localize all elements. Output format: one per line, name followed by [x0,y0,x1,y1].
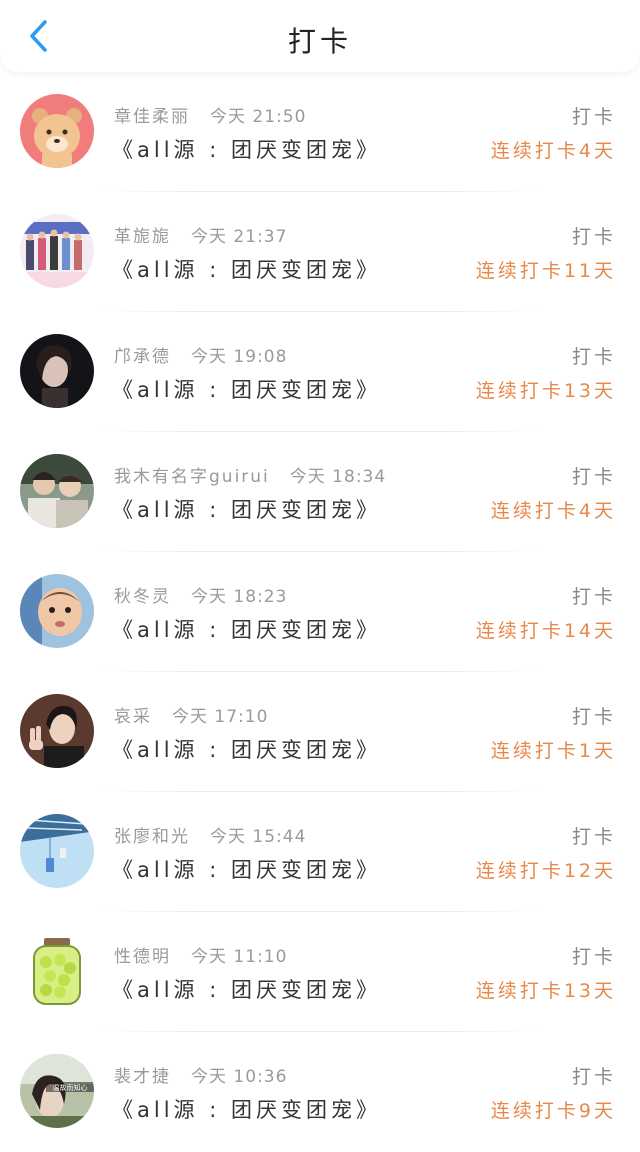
avatar-caption: 温故而知心 [53,1083,88,1092]
book-title[interactable]: 《all源 : 团厌变团宠》 [112,134,381,164]
list-item[interactable]: 邝承德 今天 19:08 《all源 : 团厌变团宠》 打卡 连续打卡13天 [0,312,640,432]
girl-outdoor-avatar[interactable]: 温故而知心 [20,1054,94,1128]
user-meta: 哀采 今天 17:10 [114,702,268,727]
checkin-time: 今天 18:23 [191,587,288,607]
user-name[interactable]: 性德明 [114,947,171,967]
checkin-label: 打卡 [571,946,616,968]
top-bar: 打卡 [0,0,640,72]
user-meta: 章佳柔丽 今天 21:50 [114,102,306,127]
list-item[interactable]: 我木有名字guirui 今天 18:34 《all源 : 团厌变团宠》 打卡 连续… [0,432,640,552]
list-item[interactable]: 革旎旎 今天 21:37 《all源 : 团厌变团宠》 打卡 连续打卡11天 [0,192,640,312]
book-title[interactable]: 《all源 : 团厌变团宠》 [112,254,381,284]
streak-label: 连续打卡4天 [490,140,616,162]
streak-label: 连续打卡14天 [475,620,616,642]
book-title[interactable]: 《all源 : 团厌变团宠》 [112,734,381,764]
checkin-time: 今天 10:36 [191,1067,288,1087]
user-meta: 邝承德 今天 19:08 [114,342,287,367]
user-name[interactable]: 邝承德 [114,347,171,367]
boy-peace-sign-avatar[interactable] [20,694,94,768]
user-name[interactable]: 哀采 [114,707,152,727]
book-title[interactable]: 《all源 : 团厌变团宠》 [112,374,381,404]
book-title[interactable]: 《all源 : 团厌变团宠》 [112,974,381,1004]
lemon-jar-avatar[interactable] [20,934,94,1008]
streak-label: 连续打卡9天 [490,1100,616,1122]
user-meta: 裴才捷 今天 10:36 [114,1062,287,1087]
streak-label: 连续打卡13天 [475,380,616,402]
user-meta: 革旎旎 今天 21:37 [114,222,287,247]
checkin-label: 打卡 [571,106,616,128]
checkin-list: 章佳柔丽 今天 21:50 《all源 : 团厌变团宠》 打卡 连续打卡4天 革… [0,72,640,1152]
user-name[interactable]: 张廖和光 [114,827,190,847]
cartoon-bear-avatar[interactable] [20,94,94,168]
book-title[interactable]: 《all源 : 团厌变团宠》 [112,854,381,884]
user-name[interactable]: 章佳柔丽 [114,107,190,127]
streak-label: 连续打卡1天 [490,740,616,762]
checkin-time: 今天 21:50 [210,107,307,127]
checkin-time: 今天 15:44 [210,827,307,847]
user-name[interactable]: 我木有名字guirui [114,467,270,487]
user-name[interactable]: 革旎旎 [114,227,171,247]
book-title[interactable]: 《all源 : 团厌变团宠》 [112,494,381,524]
streak-label: 连续打卡11天 [475,260,616,282]
book-title[interactable]: 《all源 : 团厌变团宠》 [112,1094,381,1124]
list-item[interactable]: 温故而知心 裴才捷 今天 10:36 《all源 : 团厌变团宠》 打卡 连续打卡… [0,1032,640,1152]
book-title[interactable]: 《all源 : 团厌变团宠》 [112,614,381,644]
group-photo-avatar[interactable] [20,214,94,288]
checkin-time: 今天 11:10 [191,947,288,967]
checkin-label: 打卡 [571,826,616,848]
baby-photo-avatar[interactable] [20,574,94,648]
checkin-label: 打卡 [571,1066,616,1088]
streak-label: 连续打卡4天 [490,500,616,522]
streak-label: 连续打卡13天 [475,980,616,1002]
list-item[interactable]: 秋冬灵 今天 18:23 《all源 : 团厌变团宠》 打卡 连续打卡14天 [0,552,640,672]
checkin-time: 今天 21:37 [191,227,288,247]
list-item[interactable]: 性德明 今天 11:10 《all源 : 团厌变团宠》 打卡 连续打卡13天 [0,912,640,1032]
checkin-label: 打卡 [571,706,616,728]
list-item[interactable]: 章佳柔丽 今天 21:50 《all源 : 团厌变团宠》 打卡 连续打卡4天 [0,72,640,192]
user-name[interactable]: 秋冬灵 [114,587,171,607]
user-meta: 我木有名字guirui 今天 18:34 [114,462,386,487]
two-people-avatar[interactable] [20,454,94,528]
checkin-time: 今天 18:34 [289,467,387,487]
list-item[interactable]: 张廖和光 今天 15:44 《all源 : 团厌变团宠》 打卡 连续打卡12天 [0,792,640,912]
checkin-label: 打卡 [571,586,616,608]
user-meta: 张廖和光 今天 15:44 [114,822,306,847]
user-name[interactable]: 裴才捷 [114,1067,171,1087]
user-meta: 性德明 今天 11:10 [114,942,287,967]
streak-label: 连续打卡12天 [475,860,616,882]
user-meta: 秋冬灵 今天 18:23 [114,582,287,607]
checkin-time: 今天 17:10 [172,707,269,727]
checkin-label: 打卡 [571,346,616,368]
dark-portrait-avatar[interactable] [20,334,94,408]
wind-chime-sky-avatar[interactable] [20,814,94,888]
checkin-label: 打卡 [571,466,616,488]
checkin-time: 今天 19:08 [191,347,288,367]
checkin-label: 打卡 [571,226,616,248]
page-title: 打卡 [287,25,352,58]
list-item[interactable]: 哀采 今天 17:10 《all源 : 团厌变团宠》 打卡 连续打卡1天 [0,672,640,792]
